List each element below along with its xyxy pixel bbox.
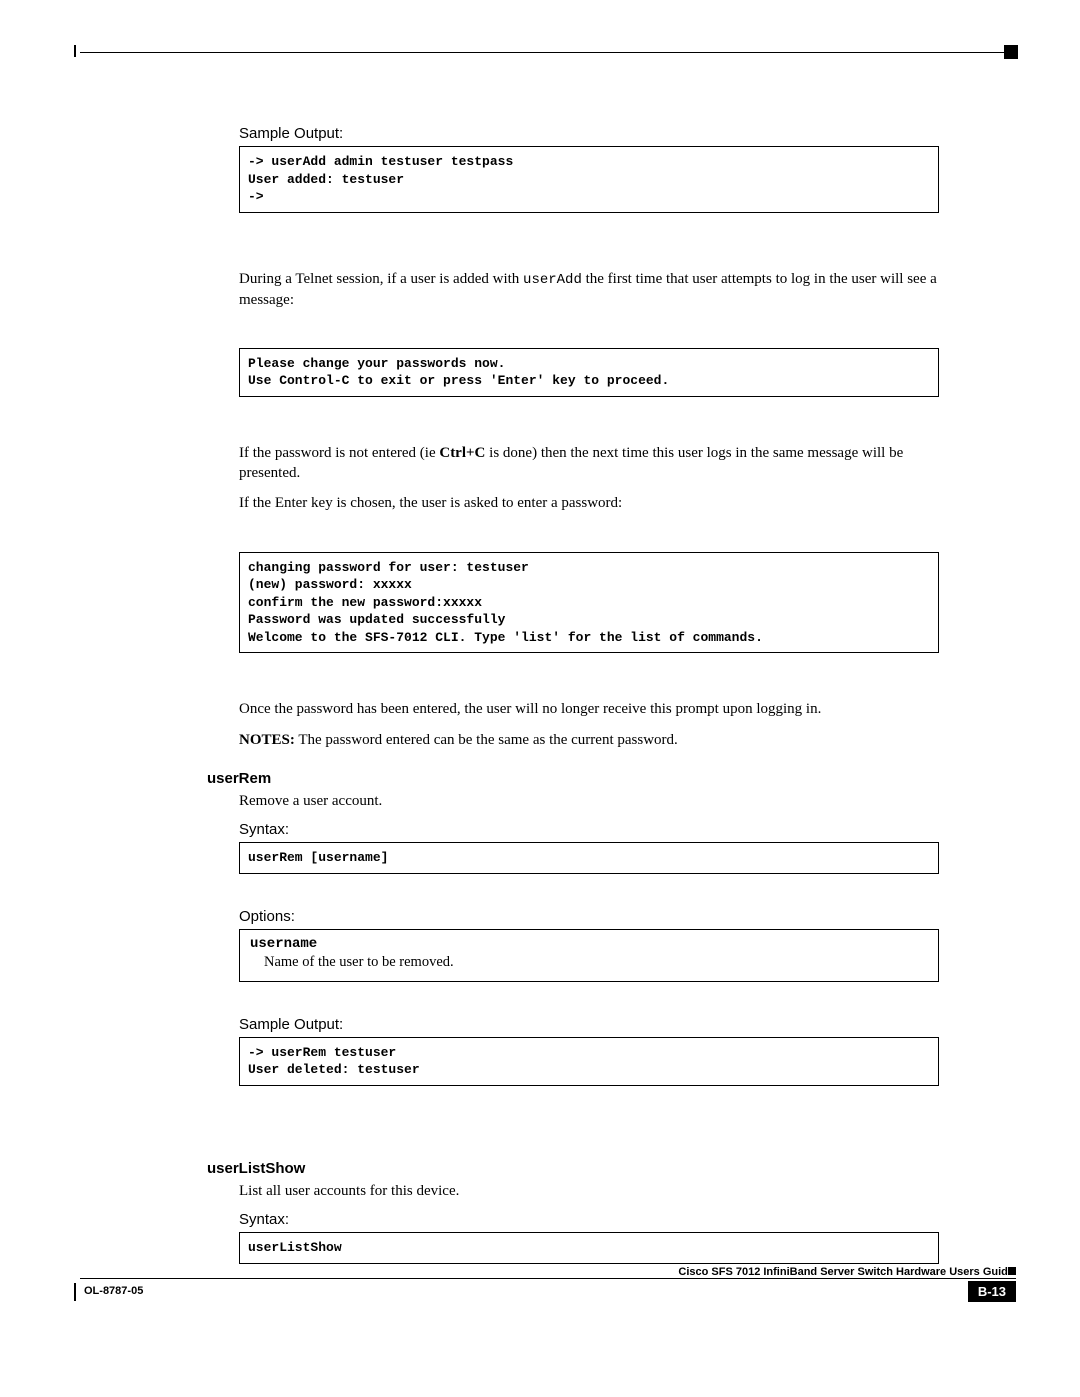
para-ctrlc: If the password is not entered (ie Ctrl+… [239, 443, 939, 484]
footer-rule [80, 1278, 1016, 1279]
top-crop-square [1004, 45, 1018, 59]
bold-notes: NOTES: [239, 732, 295, 748]
heading-userlistshow: userListShow [207, 1160, 939, 1177]
code-block-userlistshow-syntax: userListShow [239, 1232, 939, 1264]
syntax-label-2: Syntax: [239, 1211, 939, 1228]
para-once: Once the password has been entered, the … [239, 699, 939, 719]
footer-doc-number: OL-8787-05 [84, 1285, 143, 1297]
options-label: Options: [239, 908, 939, 925]
page-frame: Sample Output: -> userAdd admin testuser… [74, 45, 1018, 1305]
footer-page-badge: B-13 [968, 1281, 1016, 1302]
para-userlist-desc: List all user accounts for this device. [239, 1181, 939, 1201]
option-box-username: username Name of the user to be removed. [239, 929, 939, 982]
sample-output-label-2: Sample Output: [239, 1016, 939, 1033]
para-telnet: During a Telnet session, if a user is ad… [239, 269, 939, 310]
code-block-userrem-sample: -> userRem testuser User deleted: testus… [239, 1037, 939, 1086]
para-enterkey: If the Enter key is chosen, the user is … [239, 493, 939, 513]
footer-crop-square [1008, 1267, 1016, 1275]
code-block-changepass: Please change your passwords now. Use Co… [239, 348, 939, 397]
sample-output-label-1: Sample Output: [239, 125, 939, 142]
option-name-username: username [250, 936, 928, 952]
syntax-label-1: Syntax: [239, 821, 939, 838]
para-telnet-a: During a Telnet session, if a user is ad… [239, 271, 523, 287]
footer-guide-title: Cisco SFS 7012 InfiniBand Server Switch … [74, 1266, 1016, 1278]
code-block-changing: changing password for user: testuser (ne… [239, 552, 939, 654]
para-userrem-desc: Remove a user account. [239, 791, 939, 811]
para-notes: NOTES: The password entered can be the s… [239, 730, 939, 750]
top-crop-tick [74, 45, 80, 57]
option-desc-username: Name of the user to be removed. [264, 954, 928, 971]
notes-rest: The password entered can be the same as … [295, 732, 678, 748]
footer-crop-tick [74, 1283, 76, 1301]
page-footer: Cisco SFS 7012 InfiniBand Server Switch … [74, 1274, 1016, 1305]
bold-ctrlc: Ctrl+C [439, 445, 485, 461]
code-block-useradd: -> userAdd admin testuser testpass User … [239, 146, 939, 213]
content-column: Sample Output: -> userAdd admin testuser… [239, 125, 939, 1264]
top-rule [80, 52, 1015, 53]
code-block-userrem-syntax: userRem [username] [239, 842, 939, 874]
heading-userrem: userRem [207, 770, 939, 787]
para-ctrlc-a: If the password is not entered (ie [239, 445, 439, 461]
inline-code-useradd: userAdd [523, 272, 582, 288]
